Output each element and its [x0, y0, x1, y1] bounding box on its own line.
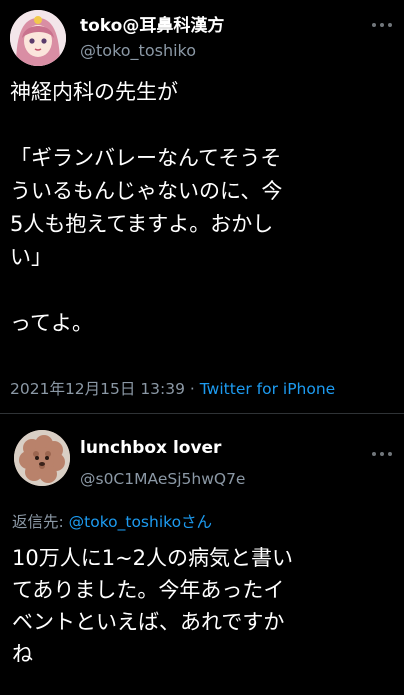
- tweet-source-link[interactable]: Twitter for iPhone: [200, 380, 335, 398]
- reply-mention-link[interactable]: @toko_toshiko: [69, 513, 181, 531]
- reply-prefix: 返信先:: [12, 513, 69, 531]
- reply-to-label: 返信先: @toko_toshikoさん: [12, 510, 212, 532]
- meta-separator: ·: [185, 380, 200, 398]
- main-tweet: toko@耳鼻科漢方 @toko_toshiko 神経内科の先生が 「ギランバレ…: [0, 0, 404, 414]
- tweet-text: 10万人に1~2人の病気と書い てありました。今年あったイ ベントといえば、あれ…: [12, 546, 294, 666]
- user-avatar[interactable]: [14, 430, 70, 486]
- more-horizontal-icon[interactable]: [372, 451, 392, 457]
- tweet-meta: 2021年12月15日 13:39 · Twitter for iPhone: [10, 377, 335, 399]
- display-name[interactable]: lunchbox lover: [80, 438, 221, 458]
- reply-tweet[interactable]: lunchbox lover @s0C1MAeSj5hwQ7e 返信先: @to…: [0, 414, 404, 695]
- reply-suffix: さん: [181, 513, 213, 531]
- poodle-avatar-image: [14, 430, 70, 486]
- tweet-text: 神経内科の先生が 「ギランバレーなんてそうそ ういるもんじゃないのに、今 5人も…: [10, 80, 283, 335]
- user-avatar[interactable]: [10, 10, 66, 66]
- more-horizontal-icon[interactable]: [372, 22, 392, 28]
- user-handle[interactable]: @toko_toshiko: [80, 41, 196, 60]
- display-name[interactable]: toko@耳鼻科漢方: [80, 11, 224, 36]
- tweet-timestamp[interactable]: 2021年12月15日 13:39: [10, 380, 185, 398]
- user-handle[interactable]: @s0C1MAeSj5hwQ7e: [80, 470, 245, 488]
- anime-avatar-image: [10, 10, 66, 66]
